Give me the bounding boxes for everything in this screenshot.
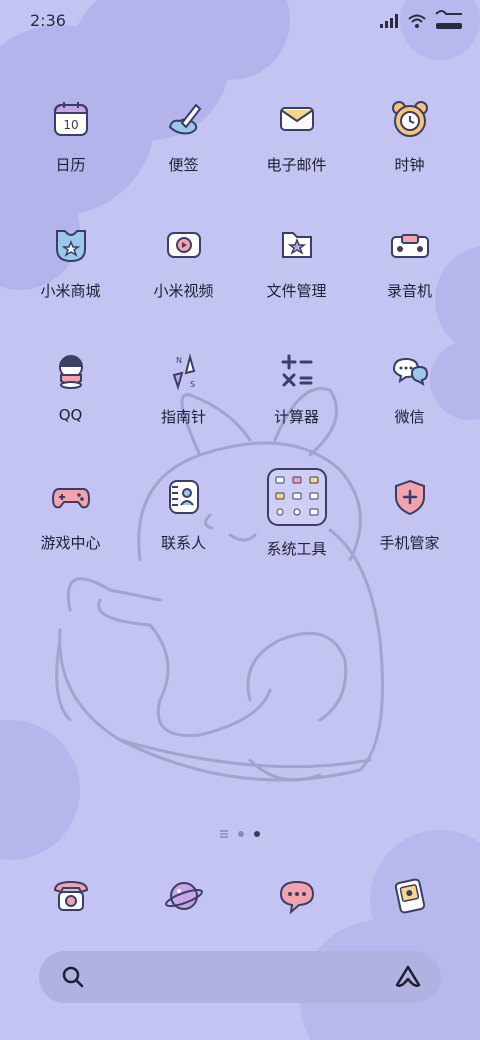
app-label-game-center: 游戏中心 [40,534,101,552]
mi-store-icon [48,222,94,268]
messages-icon [279,880,314,915]
app-grid: 10 日历 便签 电子邮件 时钟 小米商城 小米视频 文件管理 录音机 QQ N… [14,96,466,600]
cloud-bottom-right [300,830,480,1040]
wifi-icon [408,14,426,28]
assistant-icon[interactable] [395,965,421,989]
signal-icon [380,14,398,28]
app-clock[interactable]: 时钟 [353,96,466,222]
calculator-icon [274,348,320,394]
email-icon [274,96,320,142]
phone-icon [53,880,88,911]
contacts-icon [161,474,207,520]
page-dot-2[interactable] [254,831,260,837]
dock-messages[interactable] [240,876,353,916]
wechat-icon [387,348,433,394]
app-label-qq: QQ [58,406,83,424]
app-mi-video[interactable]: 小米视频 [127,222,240,348]
game-center-icon [48,474,94,520]
app-label-mi-video: 小米视频 [153,282,214,300]
browser-icon [164,882,203,910]
dock [14,876,466,916]
cloud-bottom-left [0,720,80,860]
mi-video-icon [161,222,207,268]
app-calendar[interactable]: 10 日历 [14,96,127,222]
qq-icon [48,348,94,394]
app-label-recorder: 录音机 [386,282,432,300]
app-game-center[interactable]: 游戏中心 [14,474,127,600]
app-label-file-manager: 文件管理 [266,282,327,300]
app-recorder[interactable]: 录音机 [353,222,466,348]
file-manager-icon [274,222,320,268]
app-email[interactable]: 电子邮件 [240,96,353,222]
status-bar: 2:36 [0,0,480,40]
app-label-mi-store: 小米商城 [40,282,101,300]
page-indicator [0,830,480,838]
app-label-email: 电子邮件 [266,156,327,174]
app-label-calendar: 日历 [55,156,86,174]
app-compass[interactable]: N S 指南针 [127,348,240,474]
dock-gallery[interactable] [353,876,466,916]
app-label-wechat: 微信 [394,408,425,426]
app-label-clock: 时钟 [394,156,425,174]
folder-icon [266,468,327,526]
svg-text:N: N [176,356,182,365]
gallery-icon [394,878,425,914]
battery-icon [435,10,462,29]
app-qq[interactable]: QQ [14,348,127,474]
dock-browser[interactable] [127,876,240,916]
app-label-calculator: 计算器 [273,408,319,426]
app-file-manager[interactable]: 文件管理 [240,222,353,348]
app-notes[interactable]: 便签 [127,96,240,222]
security-icon [387,474,433,520]
svg-text:S: S [190,380,195,389]
search-bar[interactable] [39,951,441,1003]
app-folder-system-tools[interactable]: 系统工具 [240,468,353,600]
calendar-date: 10 [63,118,78,132]
app-wechat[interactable]: 微信 [353,348,466,474]
app-label-notes: 便签 [168,156,199,174]
app-label-contacts: 联系人 [160,534,206,552]
app-label-compass: 指南针 [160,408,206,426]
menu-icon[interactable] [220,830,228,838]
app-label-system-tools: 系统工具 [266,540,327,558]
notes-icon [161,96,207,142]
app-contacts[interactable]: 联系人 [127,474,240,600]
app-security[interactable]: 手机管家 [353,474,466,600]
page-dot-1[interactable] [238,831,244,837]
compass-icon: N S [161,348,207,394]
app-calculator[interactable]: 计算器 [240,348,353,474]
recorder-icon [387,222,433,268]
dock-phone[interactable] [14,876,127,916]
calendar-icon: 10 [48,96,94,142]
status-time: 2:36 [30,11,66,30]
search-icon[interactable] [61,965,85,989]
app-mi-store[interactable]: 小米商城 [14,222,127,348]
clock-icon [387,96,433,142]
app-label-security: 手机管家 [379,534,440,552]
